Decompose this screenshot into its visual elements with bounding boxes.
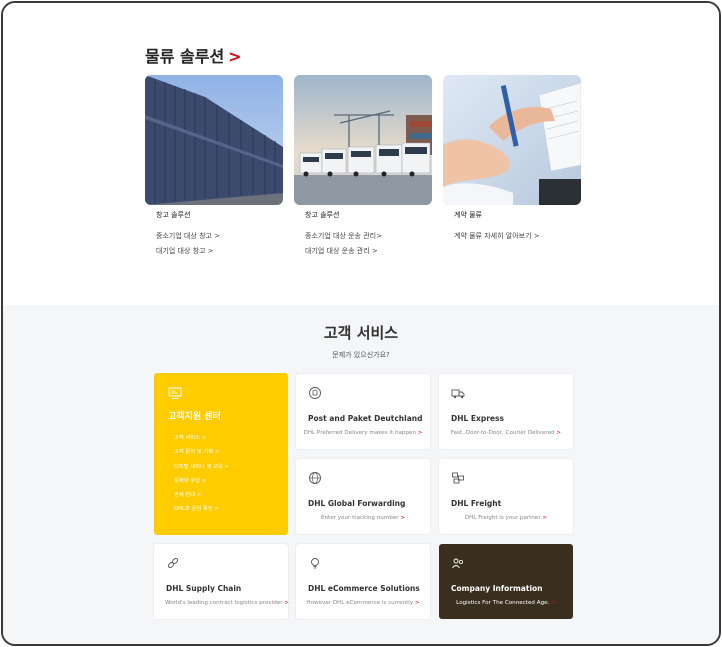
tile-desc: However DHL eCommerce is currently >: [306, 600, 420, 606]
tile-desc: World's leading contract logistics provi…: [165, 600, 289, 606]
tile-desc: DHL Preferred Delivery makes it happen >: [303, 430, 423, 436]
tile-desc: Enter your tracking number >: [320, 515, 406, 521]
company-people-icon: [452, 558, 463, 569]
tile-company-information[interactable]: Company Information Logistics For The Co…: [439, 544, 573, 619]
express-truck-icon: [451, 389, 465, 399]
lightbulb-icon: [311, 558, 319, 569]
help-center-link[interactable]: 관세 안내 >: [174, 490, 229, 504]
help-center-link[interactable]: DHL과 운임 확인 >: [174, 504, 229, 518]
tile-desc: Fast, Door-to-Door, Courier Delivered >: [450, 430, 562, 436]
monitor-icon: [168, 387, 182, 399]
help-center-link[interactable]: 고객 서비스 >: [174, 433, 229, 447]
title-arrow-icon[interactable]: >: [228, 47, 241, 66]
contract-handshake-image[interactable]: [443, 75, 581, 205]
tile-global-forwarding[interactable]: DHL Global Forwarding Enter your trackin…: [296, 459, 430, 534]
logistics-card-transport: 창고 솔루션 중소기업 대상 운송 관리> 대기업 대상 운송 관리 >: [294, 75, 432, 256]
help-center-link[interactable]: 통화내 수납 >: [174, 476, 229, 490]
logistics-card-warehouse: 창고 솔루션 중소기업 대상 창고 > 대기업 대상 창고 >: [145, 75, 283, 256]
help-center-card[interactable]: 고객지원 센터 고객 서비스 > 고객 문의 및 기획 > 디지털 세미나 및 …: [154, 373, 288, 535]
page-frame: 물류 솔루션 > 창고 솔루션 중소기업 대상 창고 > 대기업 대상 창고 >…: [1, 1, 721, 646]
container-yard-image[interactable]: [145, 75, 283, 205]
card-link[interactable]: 대기업 대상 창고 >: [145, 246, 283, 256]
tile-name: DHL Freight: [451, 499, 502, 508]
card-link[interactable]: 중소기업 대상 운송 관리>: [294, 231, 432, 241]
customer-service-subtitle: 문제가 있으신가요?: [332, 351, 390, 359]
tile-name: DHL Supply Chain: [166, 584, 242, 593]
logistics-card-contract: 계약 물류 계약 물류 자세히 알아보기 >: [443, 75, 581, 241]
tile-desc: Logistics For The Connected Age. >: [456, 600, 556, 606]
card-link[interactable]: 대기업 대상 운송 관리 >: [294, 246, 432, 256]
card-link[interactable]: 계약 물류 자세히 알아보기 >: [443, 231, 581, 241]
tile-desc: DHL Freight is your partner >: [464, 515, 548, 521]
freight-boxes-icon: [452, 472, 464, 484]
tile-name: DHL Express: [451, 414, 504, 423]
help-center-link[interactable]: 디지털 세미나 및 교육 >: [174, 462, 229, 476]
tile-ecommerce[interactable]: DHL eCommerce Solutions However DHL eCom…: [296, 544, 430, 619]
tile-name: Post and Paket Deutchland: [308, 414, 423, 423]
tile-supply-chain[interactable]: DHL Supply Chain World's leading contrac…: [154, 544, 289, 619]
tile-dhl-freight[interactable]: DHL Freight DHL Freight is your partner …: [439, 459, 573, 534]
card-title: 창고 솔루션: [156, 211, 191, 219]
card-title: 창고 솔루션: [305, 211, 340, 219]
tile-name: Company Information: [451, 584, 543, 593]
help-center-link[interactable]: 고객 문의 및 기획 >: [174, 447, 229, 461]
card-title: 계약 물류: [454, 211, 482, 219]
help-center-links: 고객 서비스 > 고객 문의 및 기획 > 디지털 세미나 및 교육 > 통화내…: [174, 433, 229, 519]
logistics-title-text: 물류 솔루션: [145, 47, 225, 66]
help-center-title: 고객지원 센터: [168, 412, 221, 422]
card-link[interactable]: 중소기업 대상 창고 >: [145, 231, 283, 241]
delivery-person-icon: [309, 387, 321, 399]
customer-service-title: 고객 서비스: [323, 324, 399, 342]
logistics-title: 물류 솔루션 >: [145, 43, 242, 67]
tile-dhl-express[interactable]: DHL Express Fast, Door-to-Door, Courier …: [439, 374, 573, 449]
chain-link-icon: [168, 558, 178, 568]
globe-icon: [309, 472, 321, 484]
trucks-port-image[interactable]: [294, 75, 432, 205]
logistics-section: 물류 솔루션 > 창고 솔루션 중소기업 대상 창고 > 대기업 대상 창고 >…: [3, 3, 719, 305]
tile-name: DHL Global Forwarding: [308, 499, 406, 508]
tile-name: DHL eCommerce Solutions: [308, 584, 420, 593]
tile-post-paket[interactable]: Post and Paket Deutchland DHL Preferred …: [296, 374, 430, 449]
